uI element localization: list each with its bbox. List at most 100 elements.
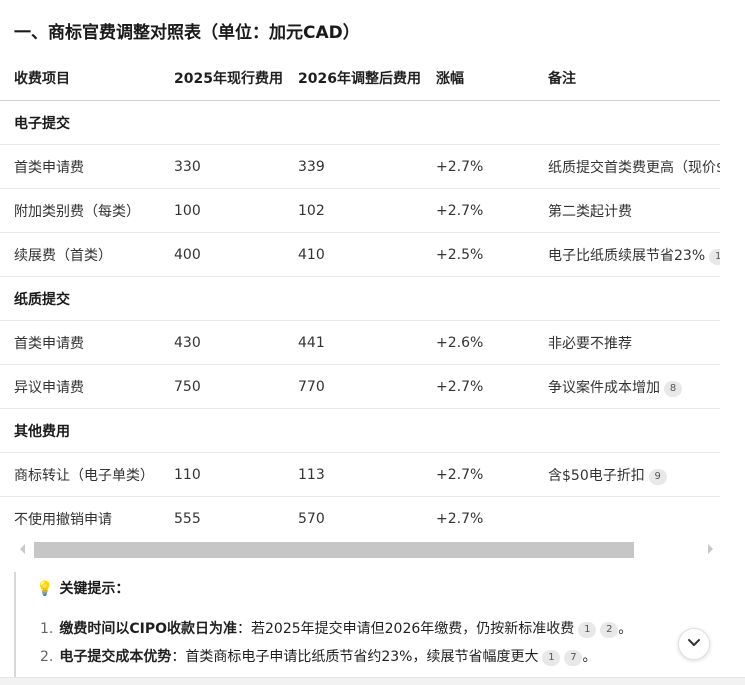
citation-badge[interactable]: 7 (564, 650, 583, 666)
table-cell (174, 408, 298, 453)
table-cell: 570 (298, 496, 436, 540)
table-cell (298, 100, 436, 145)
table-cell: 555 (174, 496, 298, 540)
table-cell: 纸质提交 (0, 276, 174, 321)
table-cell (548, 100, 720, 145)
table-cell (436, 276, 548, 321)
scrollbar-thumb[interactable] (34, 542, 634, 558)
fee-table-container[interactable]: 收费项目 2025年现行费用 2026年调整后费用 涨幅 备注 电子提交首类申请… (0, 56, 720, 540)
cell-text: 不使用撤销申请 (14, 511, 112, 528)
table-cell (548, 496, 720, 540)
table-row: 首类申请费 430 441 +2.6% 非必要不推荐 (0, 320, 720, 365)
scroll-left-arrow-icon[interactable] (20, 544, 25, 554)
header-increase: 涨幅 (436, 56, 548, 101)
table-cell: 339 (298, 144, 436, 189)
cell-text: 其他费用 (14, 423, 70, 440)
table-row: 不使用撤销申请 555 570 +2.7% (0, 496, 720, 540)
table-cell: 750 (174, 364, 298, 409)
table-cell: 首类申请费 (0, 144, 174, 189)
cell-text: +2.7% (436, 378, 484, 395)
table-cell: 非必要不推荐 (548, 320, 720, 365)
table-cell: 102 (298, 188, 436, 233)
table-section-row: 其他费用 (0, 408, 720, 453)
tip-text: ：若2025年提交申请但2026年缴费，仍按新标准收费 (237, 621, 575, 637)
fee-table: 收费项目 2025年现行费用 2026年调整后费用 涨幅 备注 电子提交首类申请… (0, 56, 720, 540)
tip-item: 1. 缴费时间以CIPO收款日为准：若2025年提交申请但2026年缴费，仍按新标… (40, 618, 632, 638)
cell-text: 570 (298, 510, 325, 527)
cell-text: 非必要不推荐 (548, 335, 632, 352)
tip-strong-text: 缴费时间以CIPO收款日为准 (59, 621, 238, 637)
table-section-row: 纸质提交 (0, 276, 720, 321)
cell-text: 770 (298, 378, 325, 395)
cell-text: 纸质提交首类费更高（现价$430） (548, 159, 720, 176)
header-remarks: 备注 (548, 56, 720, 101)
table-cell: 续展费（首类） (0, 232, 174, 277)
cell-text: 110 (174, 466, 201, 483)
citation-badge[interactable]: 1 (542, 650, 561, 666)
table-cell: 商标转让（电子单类） (0, 452, 174, 497)
cell-text: +2.7% (436, 202, 484, 219)
table-cell: 100 (174, 188, 298, 233)
cell-text: 410 (298, 246, 325, 263)
table-cell: 不使用撤销申请 (0, 496, 174, 540)
table-cell: 第二类起计费 (548, 188, 720, 233)
table-row: 首类申请费 330 339 +2.7% 纸质提交首类费更高（现价$430） (0, 144, 720, 189)
cell-text: 异议申请费 (14, 379, 84, 396)
cell-text: 102 (298, 202, 325, 219)
cell-text: 附加类别费（每类） (14, 203, 140, 220)
table-cell (548, 408, 720, 453)
horizontal-scrollbar[interactable] (14, 540, 719, 560)
citation-badge[interactable]: 2 (600, 622, 619, 638)
table-cell: +2.7% (436, 188, 548, 233)
tip-end-punct: 。 (582, 649, 597, 665)
tips-heading: 💡 关键提示： (36, 578, 129, 598)
table-cell: 含$50电子折扣 9 (548, 452, 720, 497)
table-cell: +2.6% (436, 320, 548, 365)
tips-heading-text: 关键提示： (59, 581, 130, 597)
table-cell: +2.7% (436, 144, 548, 189)
table-cell (298, 408, 436, 453)
cell-text: 首类申请费 (14, 335, 84, 352)
citation-badge[interactable]: 8 (664, 380, 682, 397)
cell-text: 330 (174, 158, 201, 175)
cell-text: 100 (174, 202, 201, 219)
table-cell (436, 408, 548, 453)
tip-end-punct: 。 (618, 621, 633, 637)
tip-strong-text: 电子提交成本优势 (59, 649, 172, 665)
lightbulb-icon: 💡 (36, 581, 54, 597)
table-cell: 770 (298, 364, 436, 409)
scroll-right-arrow-icon[interactable] (708, 544, 713, 554)
table-section-row: 电子提交 (0, 100, 720, 145)
cell-text: 争议案件成本增加 (548, 379, 660, 396)
cell-text: 电子提交 (14, 115, 70, 132)
citation-badge[interactable]: 1 (709, 248, 720, 265)
citation-badge[interactable]: 1 (578, 622, 597, 638)
table-cell: 410 (298, 232, 436, 277)
cell-text: +2.6% (436, 334, 484, 351)
cell-text: +2.7% (436, 158, 484, 175)
table-row: 续展费（首类） 400 410 +2.5% 电子比纸质续展节省23%1 (0, 232, 720, 277)
tip-text: ：首类商标电子申请比纸质节省约23%，续展节省幅度更大 (171, 649, 539, 665)
table-cell: +2.7% (436, 364, 548, 409)
cell-text: +2.7% (436, 510, 484, 527)
table-cell: 电子比纸质续展节省23%1 (548, 232, 720, 277)
cell-text: 续展费（首类） (14, 247, 112, 264)
key-tips-blockquote: 💡 关键提示： 1. 缴费时间以CIPO收款日为准：若2025年提交申请但2026年… (14, 572, 721, 684)
table-row: 异议申请费 750 770 +2.7% 争议案件成本增加 8 (0, 364, 720, 409)
table-row: 附加类别费（每类） 100 102 +2.7% 第二类起计费 (0, 188, 720, 233)
table-cell: 110 (174, 452, 298, 497)
table-cell: 争议案件成本增加 8 (548, 364, 720, 409)
table-cell (174, 100, 298, 145)
cell-text: 纸质提交 (14, 291, 70, 308)
tip-item: 2. 电子提交成本优势：首类商标电子申请比纸质节省约23%，续展节省幅度更大 1 7。 (40, 646, 596, 666)
cell-text: 555 (174, 510, 201, 527)
citation-badge[interactable]: 9 (648, 468, 667, 485)
page-title: 一、商标官费调整对照表（单位：加元CAD） (14, 23, 360, 43)
scroll-to-bottom-button[interactable] (678, 628, 710, 660)
cell-text: 400 (174, 246, 201, 263)
table-header-row: 收费项目 2025年现行费用 2026年调整后费用 涨幅 备注 (0, 56, 720, 101)
table-cell: 纸质提交首类费更高（现价$430） (548, 144, 720, 189)
table-cell: 330 (174, 144, 298, 189)
table-cell: 113 (298, 452, 436, 497)
table-cell (174, 276, 298, 321)
